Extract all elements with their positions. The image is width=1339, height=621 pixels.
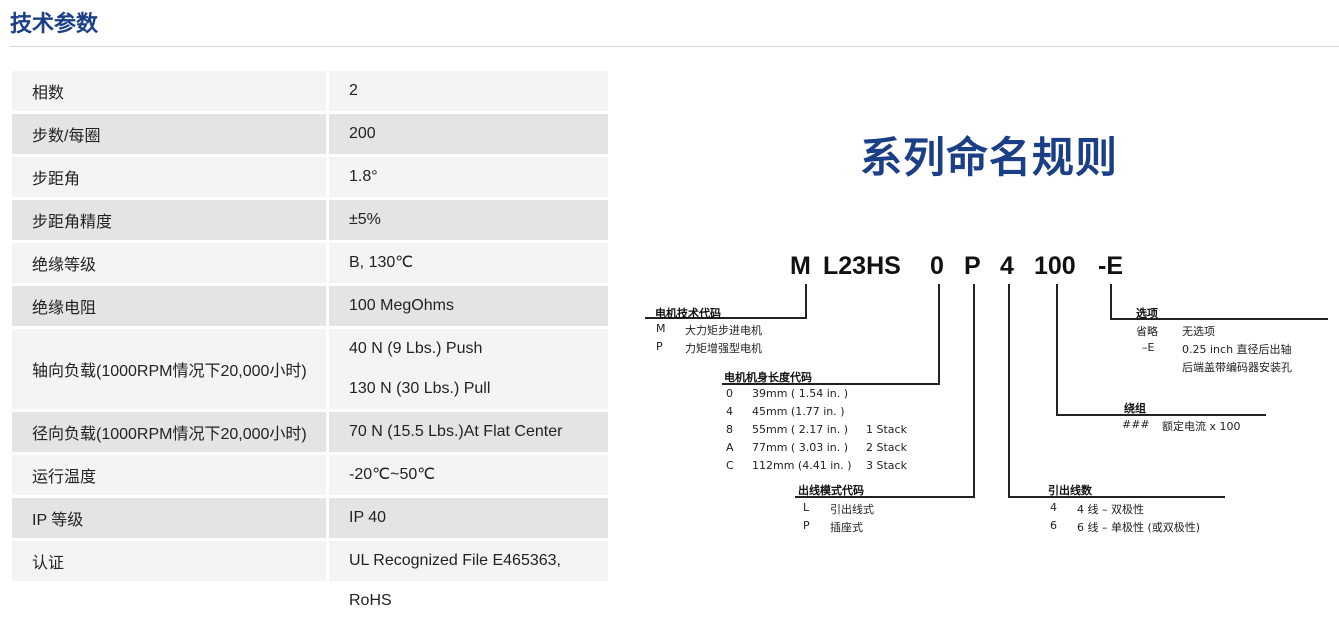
spec-label: 认证: [12, 541, 329, 581]
spec-value-line: ±5%: [349, 211, 381, 228]
spec-value: B, 130℃: [329, 243, 608, 283]
leader-winding: [1056, 284, 1058, 416]
spec-row: 轴向负载(1000RPM情况下20,000小时) 40 N (9 Lbs.) Pu…: [12, 329, 608, 409]
lead-mode-heading: 出线模式代码: [798, 484, 864, 497]
spec-label: IP 等级: [12, 498, 329, 538]
page-title: 技术参数: [10, 12, 99, 37]
spec-table: 相数 2 步数/每圈 200 步距角 1.8° 步距角精度 ±5% 绝缘等级 B, 130℃ 绝缘电…: [12, 68, 608, 609]
spec-row: 相数 2: [12, 71, 608, 111]
spec-row: 径向负载(1000RPM情况下20,000小时) 70 N (15.5 Lbs.)…: [12, 412, 608, 452]
spec-label: 步距角: [12, 157, 329, 197]
lead-count-heading: 引出线数: [1048, 484, 1092, 497]
spec-value-line: B, 130℃: [349, 254, 414, 271]
spec-row: 步距角精度 ±5%: [12, 200, 608, 240]
spec-row: 绝缘电阻 100 MegOhms: [12, 286, 608, 326]
spec-value-line: 70 N (15.5 Lbs.)At Flat Center: [349, 423, 563, 440]
code-option: -E: [1098, 252, 1123, 280]
spec-value: UL Recognized File E465363, RoHS: [329, 541, 608, 609]
leader-lead-mode: [973, 284, 975, 498]
spec-label: 步距角精度: [12, 200, 329, 240]
spec-label: 绝缘电阻: [12, 286, 329, 326]
code-length: 0: [930, 252, 944, 280]
spec-value: 100 MegOhms: [329, 286, 608, 326]
spec-row: 认证 UL Recognized File E465363, RoHS: [12, 541, 608, 609]
spec-value: ±5%: [329, 200, 608, 240]
code-frame: L23HS: [823, 252, 901, 280]
spec-row: 步距角 1.8°: [12, 157, 608, 197]
spec-row: 运行温度 -20℃~50℃: [12, 455, 608, 495]
leader-winding-h: [1056, 414, 1266, 416]
tech-code-heading: 电机技术代码: [655, 307, 721, 320]
spec-value: IP 40: [329, 498, 608, 538]
spec-label: 相数: [12, 71, 329, 111]
spec-label: 绝缘等级: [12, 243, 329, 283]
winding-heading: 绕组: [1124, 402, 1146, 415]
spec-value: 200: [329, 114, 608, 154]
spec-value: 2: [329, 71, 608, 111]
spec-value-line: 40 N (9 Lbs.) Push: [349, 340, 483, 357]
code-winding: 100: [1034, 252, 1076, 280]
leader-tech: [805, 284, 807, 318]
spec-value: 40 N (9 Lbs.) Push 130 N (30 Lbs.) Pull: [329, 329, 608, 409]
spec-row: IP 等级 IP 40: [12, 498, 608, 538]
spec-value-line: 200: [349, 125, 376, 142]
spec-label: 轴向负载(1000RPM情况下20,000小时): [12, 329, 329, 409]
spec-value-line: IP 40: [349, 509, 387, 526]
options-heading: 选项: [1136, 307, 1158, 320]
spec-value-line: 130 N (30 Lbs.) Pull: [349, 380, 491, 397]
leader-lead-count-h: [1008, 496, 1225, 498]
leader-length: [938, 284, 940, 384]
title-divider: [10, 46, 1339, 47]
code-lead-mode: P: [964, 252, 981, 280]
spec-value-line: 1.8°: [349, 168, 378, 185]
spec-value-line: -20℃~50℃: [349, 466, 436, 483]
spec-value-line: 2: [349, 82, 358, 99]
code-prefix-m: M: [790, 252, 811, 280]
spec-row: 绝缘等级 B, 130℃: [12, 243, 608, 283]
spec-label: 步数/每圈: [12, 114, 329, 154]
spec-value: -20℃~50℃: [329, 455, 608, 495]
leader-option: [1110, 284, 1112, 320]
spec-value: 70 N (15.5 Lbs.)At Flat Center: [329, 412, 608, 452]
spec-value: 1.8°: [329, 157, 608, 197]
spec-row: 步数/每圈 200: [12, 114, 608, 154]
code-lead-count: 4: [1000, 252, 1014, 280]
spec-value-line: UL Recognized File E465363, RoHS: [349, 552, 561, 609]
length-code-heading: 电机机身长度代码: [724, 371, 812, 384]
spec-label: 运行温度: [12, 455, 329, 495]
spec-value-line: 100 MegOhms: [349, 297, 454, 314]
spec-label: 径向负载(1000RPM情况下20,000小时): [12, 412, 329, 452]
naming-title: 系列命名规则: [860, 133, 1119, 182]
leader-lead-count: [1008, 284, 1010, 498]
